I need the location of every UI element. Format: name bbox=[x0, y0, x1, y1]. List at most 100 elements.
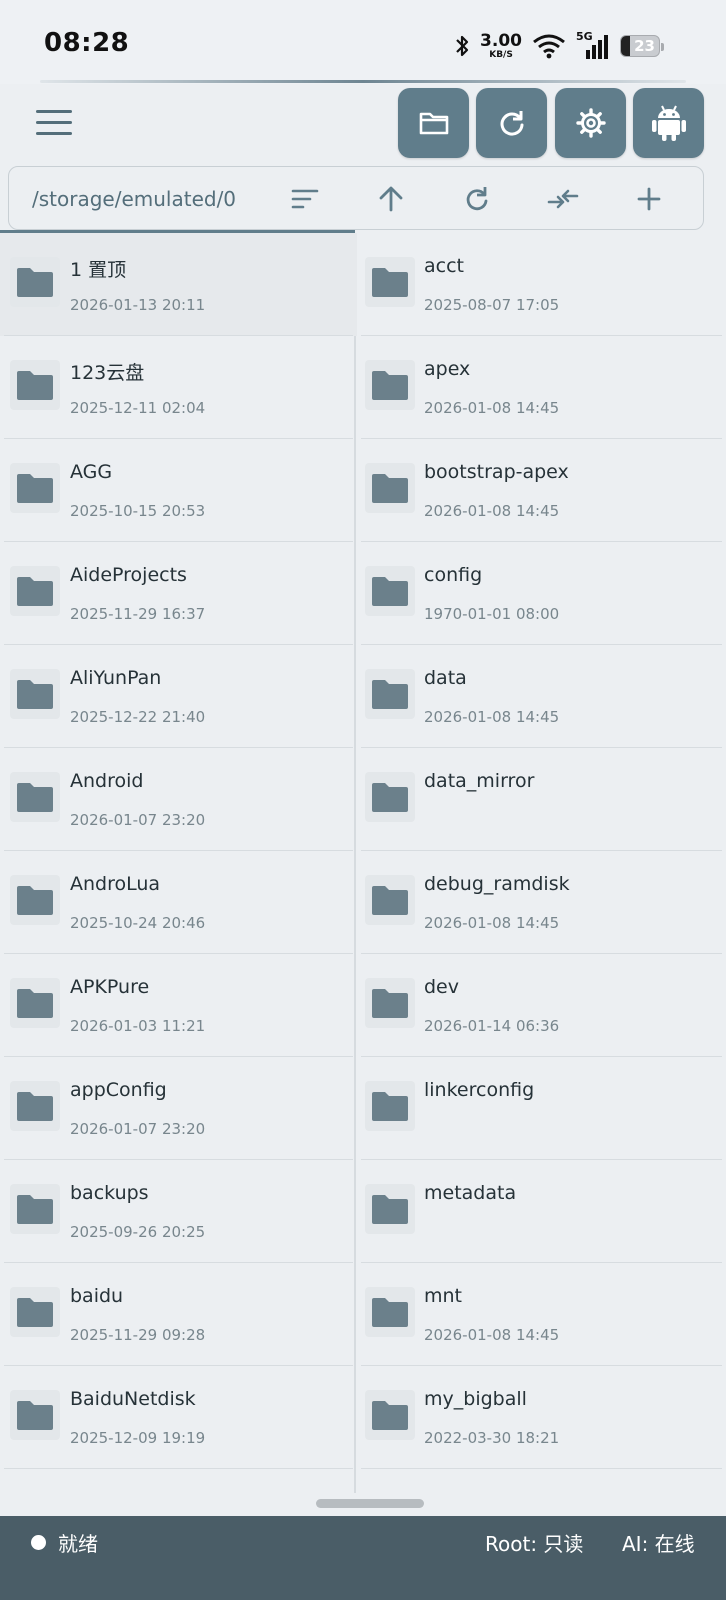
folder-icon bbox=[365, 1390, 415, 1440]
file-name: BaiduNetdisk bbox=[70, 1388, 196, 1410]
current-path[interactable]: /storage/emulated/0 bbox=[32, 187, 236, 211]
ready-status: 就绪 bbox=[58, 1532, 98, 1556]
list-item[interactable]: config 1970-01-01 08:00 bbox=[357, 542, 726, 645]
list-item[interactable]: appConfig 2026-01-07 23:20 bbox=[0, 1057, 357, 1160]
list-item[interactable]: dev 2026-01-14 06:36 bbox=[357, 954, 726, 1057]
list-item[interactable]: BaiduNetdisk 2025-12-09 19:19 bbox=[0, 1366, 357, 1469]
list-item[interactable]: acct 2025-08-07 17:05 bbox=[357, 233, 726, 336]
folder-icon bbox=[10, 978, 60, 1028]
file-name: data_mirror bbox=[424, 770, 535, 792]
list-item[interactable]: Android 2026-01-07 23:20 bbox=[0, 748, 357, 851]
ai-status: AI: 在线 bbox=[622, 1532, 695, 1556]
list-item[interactable]: APKPure 2026-01-03 11:21 bbox=[0, 954, 357, 1057]
folder-icon bbox=[10, 566, 60, 616]
list-item[interactable]: AGG 2025-10-15 20:53 bbox=[0, 439, 357, 542]
file-name: my_bigball bbox=[424, 1388, 527, 1410]
add-button[interactable] bbox=[631, 181, 667, 217]
folder-icon bbox=[365, 566, 415, 616]
row-divider bbox=[4, 1468, 353, 1469]
list-item[interactable]: metadata bbox=[357, 1160, 726, 1263]
list-item[interactable]: 1 置顶 2026-01-13 20:11 bbox=[0, 233, 357, 336]
list-item[interactable]: apex 2026-01-08 14:45 bbox=[357, 336, 726, 439]
sort-button[interactable] bbox=[287, 181, 323, 217]
folder-icon bbox=[10, 669, 60, 719]
file-date: 2025-09-26 20:25 bbox=[70, 1223, 206, 1241]
file-date: 2026-01-07 23:20 bbox=[70, 811, 206, 829]
list-item[interactable]: baidu 2025-11-29 09:28 bbox=[0, 1263, 357, 1366]
list-item[interactable]: AndroLua 2025-10-24 20:46 bbox=[0, 851, 357, 954]
list-item[interactable]: AliYunPan 2025-12-22 21:40 bbox=[0, 645, 357, 748]
list-item[interactable]: AideProjects 2025-11-29 16:37 bbox=[0, 542, 357, 645]
file-name: mnt bbox=[424, 1285, 462, 1307]
folder-icon bbox=[365, 360, 415, 410]
list-item[interactable]: 123云盘 2025-12-11 02:04 bbox=[0, 336, 357, 439]
file-name: bootstrap-apex bbox=[424, 461, 569, 483]
folder-button[interactable] bbox=[398, 88, 469, 158]
list-item[interactable]: linkerconfig bbox=[357, 1057, 726, 1160]
battery-icon: 23 bbox=[620, 35, 664, 57]
net-speed: 3.00 KB/S bbox=[480, 30, 522, 60]
file-date: 2026-01-08 14:45 bbox=[424, 914, 560, 932]
file-date: 2026-01-08 14:45 bbox=[424, 399, 560, 417]
file-date: 2026-01-03 11:21 bbox=[70, 1017, 206, 1035]
folder-icon bbox=[10, 360, 60, 410]
folder-icon bbox=[10, 772, 60, 822]
file-date: 2026-01-13 20:11 bbox=[70, 296, 206, 314]
android-button[interactable] bbox=[633, 88, 704, 158]
file-date: 2025-11-29 09:28 bbox=[70, 1326, 206, 1344]
menu-button[interactable] bbox=[36, 110, 74, 138]
status-icons: 3.00 KB/S 5G 23 bbox=[454, 30, 664, 62]
folder-icon bbox=[10, 463, 60, 513]
file-name: AideProjects bbox=[70, 564, 187, 586]
list-item[interactable]: data_mirror bbox=[357, 748, 726, 851]
file-name: data bbox=[424, 667, 467, 689]
file-name: metadata bbox=[424, 1182, 517, 1204]
home-indicator[interactable] bbox=[316, 1499, 424, 1508]
sort-icon bbox=[291, 189, 319, 209]
file-date: 1970-01-01 08:00 bbox=[424, 605, 560, 623]
file-date: 2025-10-15 20:53 bbox=[70, 502, 206, 520]
refresh-button[interactable] bbox=[476, 88, 547, 158]
file-name: appConfig bbox=[70, 1079, 167, 1101]
file-name: backups bbox=[70, 1182, 149, 1204]
list-item[interactable]: my_bigball 2022-03-30 18:21 bbox=[357, 1366, 726, 1469]
file-list: 1 置顶 2026-01-13 20:11 123云盘 2025-12-11 02:0… bbox=[0, 233, 726, 1493]
up-directory-button[interactable] bbox=[373, 181, 409, 217]
up-arrow-icon bbox=[379, 186, 403, 212]
folder-icon bbox=[365, 1081, 415, 1131]
folder-icon bbox=[365, 1184, 415, 1234]
file-date: 2025-12-11 02:04 bbox=[70, 399, 206, 417]
reload-icon bbox=[466, 187, 488, 211]
folder-icon bbox=[365, 875, 415, 925]
list-item[interactable]: backups 2025-09-26 20:25 bbox=[0, 1160, 357, 1263]
header-divider bbox=[40, 80, 686, 83]
file-name: linkerconfig bbox=[424, 1079, 535, 1101]
clock: 08:28 bbox=[44, 28, 130, 58]
file-date: 2025-08-07 17:05 bbox=[424, 296, 560, 314]
file-name: debug_ramdisk bbox=[424, 873, 570, 895]
list-item[interactable]: bootstrap-apex 2026-01-08 14:45 bbox=[357, 439, 726, 542]
row-divider bbox=[361, 1468, 722, 1469]
folder-icon bbox=[365, 978, 415, 1028]
file-name: baidu bbox=[70, 1285, 124, 1307]
root-status: Root: 只读 bbox=[485, 1532, 584, 1556]
folder-icon bbox=[365, 772, 415, 822]
file-date: 2026-01-08 14:45 bbox=[424, 1326, 560, 1344]
list-item[interactable]: mnt 2026-01-08 14:45 bbox=[357, 1263, 726, 1366]
list-item[interactable]: data 2026-01-08 14:45 bbox=[357, 645, 726, 748]
reload-button[interactable] bbox=[459, 181, 495, 217]
folder-icon bbox=[10, 1081, 60, 1131]
list-item[interactable]: debug_ramdisk 2026-01-08 14:45 bbox=[357, 851, 726, 954]
swap-button[interactable] bbox=[545, 181, 581, 217]
file-name: 123云盘 bbox=[70, 362, 145, 384]
file-date: 2026-01-07 23:20 bbox=[70, 1120, 206, 1138]
add-icon bbox=[637, 187, 661, 211]
status-dot-icon bbox=[31, 1535, 46, 1550]
file-name: config bbox=[424, 564, 483, 586]
cell-signal-icon: 5G bbox=[576, 30, 610, 60]
folder-icon bbox=[10, 1390, 60, 1440]
folder-icon bbox=[10, 1184, 60, 1234]
file-date: 2025-12-22 21:40 bbox=[70, 708, 206, 726]
settings-button[interactable] bbox=[555, 88, 626, 158]
file-name: AGG bbox=[70, 461, 113, 483]
